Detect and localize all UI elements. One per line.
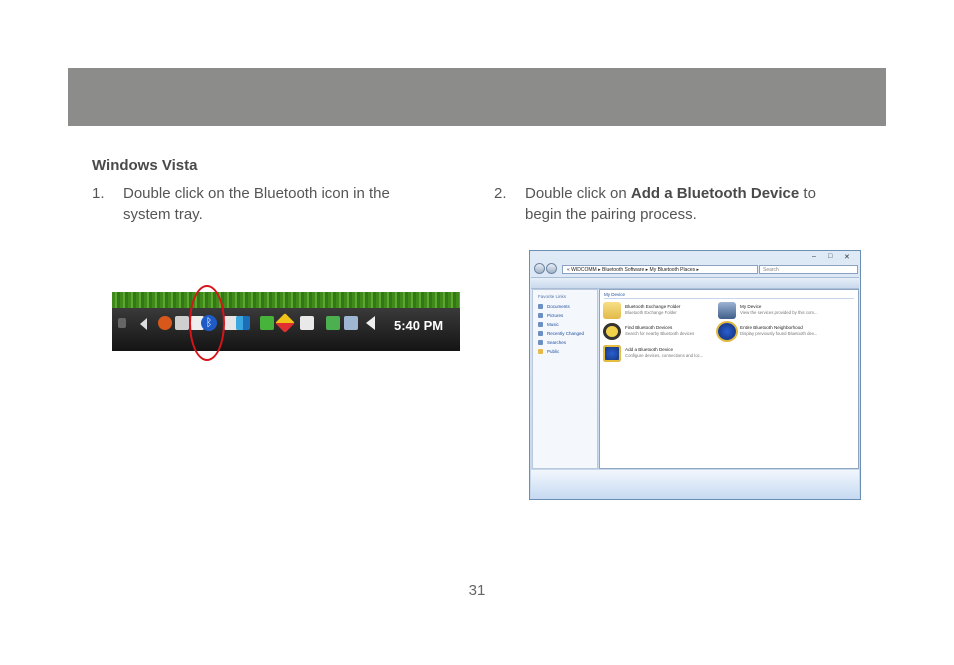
laptop-icon <box>718 302 736 319</box>
documents-icon <box>538 304 543 309</box>
bluetooth-exchange-folder-item[interactable]: Bluetooth Exchange Folder Bluetooth Exch… <box>603 302 718 320</box>
header-banner <box>68 68 886 126</box>
item-description: Search for nearby Bluetooth devices <box>625 331 695 336</box>
highlight-ring <box>189 285 225 361</box>
step-bold-term: Add a Bluetooth Device <box>630 185 800 202</box>
favorite-link[interactable]: Music <box>533 320 597 329</box>
favorite-label: Recently Changed <box>547 331 585 336</box>
minimize-button[interactable]: – <box>812 253 816 260</box>
find-bluetooth-devices-item[interactable]: Find Bluetooth Devices Search for nearby… <box>603 323 718 341</box>
favorite-label: Music <box>547 322 559 327</box>
group-title: My Device <box>604 292 626 297</box>
step-line: begin the pairing process. <box>525 206 697 223</box>
app-icon[interactable] <box>158 316 172 330</box>
speaker-icon[interactable] <box>366 316 375 330</box>
add-bluetooth-device-item[interactable]: Add a Bluetooth Device Configure devices… <box>603 345 718 363</box>
magnifier-icon <box>603 323 621 340</box>
back-button[interactable] <box>534 263 545 274</box>
favorite-link[interactable]: Recently Changed <box>533 329 597 338</box>
plug-icon <box>118 318 126 328</box>
step-number: 2. <box>494 185 507 202</box>
details-pane <box>531 470 859 499</box>
favorite-label: Public <box>547 349 560 354</box>
network-icon[interactable] <box>344 316 358 330</box>
item-name: Add a Bluetooth Device <box>625 347 674 352</box>
step-line: Double click on Add a Bluetooth Device t… <box>525 183 816 204</box>
group-divider <box>604 298 854 299</box>
step-line: system tray. <box>123 206 203 223</box>
forward-button[interactable] <box>546 263 557 274</box>
sync-icon[interactable] <box>175 316 189 330</box>
bluetooth-add-icon <box>603 345 621 362</box>
step-line: Double click on the Bluetooth icon in th… <box>123 185 390 202</box>
favorite-link[interactable]: Documents <box>533 302 597 311</box>
step-prefix: Double click on <box>525 185 631 202</box>
folder-icon <box>603 302 621 319</box>
item-description: Display previously found Bluetooth dev..… <box>740 331 818 336</box>
favorite-link[interactable]: Searches <box>533 338 597 347</box>
explorer-window: – □ ✕ « WIDCOMM ▸ Bluetooth Software ▸ M… <box>529 250 861 500</box>
taskbar-screenshot: ᛒ 5:40 PM <box>112 292 460 351</box>
recent-icon <box>538 331 543 336</box>
step-suffix: to <box>799 185 816 202</box>
favorite-label: Pictures <box>547 313 564 318</box>
step-text: Double click on Add a Bluetooth Device t… <box>525 183 816 225</box>
bluetooth-icon <box>718 323 736 340</box>
favorite-link[interactable]: Pictures <box>533 311 597 320</box>
page-number: 31 <box>468 582 486 599</box>
section-heading: Windows Vista <box>92 157 198 174</box>
search-input[interactable]: Search <box>759 265 858 274</box>
music-icon <box>538 322 543 327</box>
my-device-item[interactable]: My Device View the services provided by … <box>718 302 833 320</box>
network-icon[interactable] <box>236 316 250 330</box>
app-icon[interactable] <box>300 316 314 330</box>
item-name: Find Bluetooth Devices <box>625 325 673 330</box>
item-name: My Device <box>740 304 762 309</box>
close-button[interactable]: ✕ <box>844 253 850 261</box>
clock[interactable]: 5:40 PM <box>394 318 443 333</box>
app-icon[interactable] <box>260 316 274 330</box>
address-bar[interactable]: « WIDCOMM ▸ Bluetooth Software ▸ My Blue… <box>562 265 758 274</box>
search-icon <box>538 340 543 345</box>
maximize-button[interactable]: □ <box>828 253 832 260</box>
item-description: Bluetooth Exchange Folder <box>625 310 677 315</box>
step-number: 1. <box>92 185 105 202</box>
content-pane: My Device Bluetooth Exchange Folder Blue… <box>599 289 859 469</box>
pictures-icon <box>538 313 543 318</box>
window-titlebar: – □ ✕ <box>530 251 860 263</box>
app-icon[interactable] <box>326 316 340 330</box>
toolbar <box>531 277 859 289</box>
favorites-title: Favorite Links <box>538 294 567 299</box>
desktop-wallpaper <box>112 292 460 308</box>
entire-bluetooth-neighborhood-item[interactable]: Entire Bluetooth Neighborhood Display pr… <box>718 323 833 341</box>
item-description: Configure devices, connections and loc..… <box>625 353 704 358</box>
navigation-pane: Favorite Links Documents Pictures Music … <box>532 289 598 469</box>
favorite-label: Documents <box>547 304 570 309</box>
step-text: Double click on the Bluetooth icon in th… <box>123 183 390 225</box>
favorite-link[interactable]: Public <box>533 347 597 356</box>
folder-icon <box>538 349 543 354</box>
chevron-left-icon[interactable] <box>140 318 147 330</box>
item-description: View the services provided by this com..… <box>740 310 818 315</box>
item-name: Bluetooth Exchange Folder <box>625 304 681 309</box>
item-name: Entire Bluetooth Neighborhood <box>740 325 803 330</box>
favorite-label: Searches <box>547 340 567 345</box>
